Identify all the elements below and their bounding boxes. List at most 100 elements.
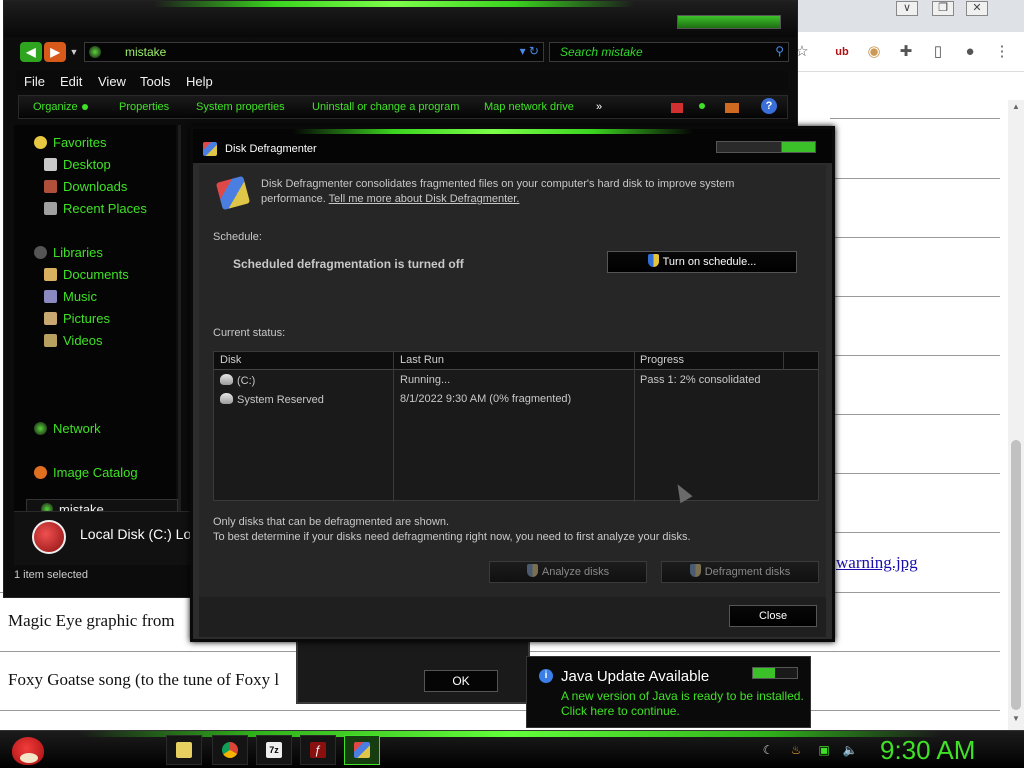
page-rule bbox=[830, 118, 1000, 119]
browser-minimize-button[interactable]: ∨ bbox=[896, 1, 918, 16]
menu-tools[interactable]: Tools bbox=[140, 74, 170, 89]
defrag-title: Disk Defragmenter bbox=[225, 143, 317, 155]
notification-line-1: A new version of Java is ready to be ins… bbox=[561, 689, 804, 703]
map-network-drive-button[interactable]: Map network drive bbox=[484, 101, 574, 113]
back-icon[interactable]: ◀ bbox=[20, 42, 42, 62]
menu-file[interactable]: File bbox=[24, 74, 45, 89]
star-icon bbox=[34, 136, 47, 149]
page-scrollbar[interactable]: ▲ ▼ bbox=[1008, 100, 1024, 730]
navigation-pane: Favorites Desktop Downloads Recent Place… bbox=[14, 125, 178, 519]
taskbar-flash[interactable]: ƒ bbox=[300, 735, 336, 765]
nav-favorites[interactable]: Favorites bbox=[34, 135, 106, 150]
menu-help[interactable]: Help bbox=[186, 74, 213, 89]
java-tray-icon[interactable]: ♨ bbox=[788, 742, 804, 758]
menu-edit[interactable]: Edit bbox=[60, 74, 82, 89]
last-run-cell: Running... bbox=[400, 374, 451, 386]
image-catalog-icon bbox=[34, 466, 47, 479]
defragment-disks-button[interactable]: Defragment disks bbox=[661, 561, 819, 583]
ublock-icon[interactable]: ub bbox=[832, 42, 852, 62]
close-button[interactable]: Close bbox=[729, 605, 817, 627]
scroll-thumb[interactable] bbox=[1011, 440, 1021, 710]
analyze-disks-button[interactable]: Analyze disks bbox=[489, 561, 647, 583]
defrag-note: Only disks that can be defragmented are … bbox=[213, 515, 691, 545]
window-controls[interactable] bbox=[716, 141, 816, 153]
nav-pictures[interactable]: Pictures bbox=[44, 311, 110, 326]
progress-cell: Pass 1: 2% consolidated bbox=[640, 374, 761, 386]
sidepanel-icon[interactable]: ▯ bbox=[928, 42, 948, 62]
column-disk[interactable]: Disk bbox=[220, 354, 241, 366]
defrag-footer: Close bbox=[199, 597, 826, 637]
nav-label: Desktop bbox=[63, 157, 111, 172]
view-icon[interactable] bbox=[671, 103, 683, 113]
pane-splitter[interactable] bbox=[178, 125, 181, 511]
documents-icon bbox=[44, 268, 57, 281]
scroll-up-icon[interactable]: ▲ bbox=[1010, 102, 1022, 114]
taskbar-7zip[interactable]: 7z bbox=[256, 735, 292, 765]
profile-icon[interactable]: ● bbox=[960, 42, 980, 62]
extension-icon[interactable]: ◉ bbox=[864, 42, 884, 62]
details-drive-name: Local Disk (C:) Loc bbox=[80, 526, 199, 542]
address-bar[interactable]: mistake ▾ ↻ bbox=[84, 42, 544, 62]
nav-desktop[interactable]: Desktop bbox=[44, 157, 111, 172]
organize-button[interactable]: Organize bbox=[33, 101, 88, 113]
menu-icon[interactable]: ⋮ bbox=[992, 42, 1012, 62]
disk-cell: System Reserved bbox=[220, 393, 324, 406]
nav-recent-places[interactable]: Recent Places bbox=[44, 201, 147, 216]
nav-network[interactable]: Network bbox=[34, 421, 101, 436]
taskbar-clock[interactable]: 9:30 AM bbox=[880, 735, 975, 766]
turn-on-schedule-button[interactable]: Turn on schedule... bbox=[607, 251, 797, 273]
uninstall-program-button[interactable]: Uninstall or change a program bbox=[312, 101, 459, 113]
taskbar-file-explorer[interactable] bbox=[166, 735, 202, 765]
nav-documents[interactable]: Documents bbox=[44, 267, 129, 282]
search-icon[interactable]: ⚲ bbox=[775, 44, 784, 58]
more-commands-button[interactable]: » bbox=[596, 101, 602, 113]
browser-close-button[interactable]: ✕ bbox=[966, 1, 988, 16]
forward-icon[interactable]: ▶ bbox=[44, 42, 66, 62]
notification-close-button[interactable] bbox=[752, 667, 798, 679]
column-last-run[interactable]: Last Run bbox=[400, 354, 444, 366]
menu-view[interactable]: View bbox=[98, 74, 126, 89]
view-dropdown-icon[interactable] bbox=[695, 100, 705, 112]
taskbar-chrome[interactable] bbox=[212, 735, 248, 765]
defrag-icon bbox=[354, 742, 370, 758]
warning-image-link[interactable]: warning.jpg bbox=[836, 553, 918, 573]
scroll-down-icon[interactable]: ▼ bbox=[1010, 714, 1022, 726]
preview-pane-icon[interactable] bbox=[725, 103, 739, 113]
ok-button[interactable]: OK bbox=[424, 670, 498, 692]
disk-list[interactable]: Disk Last Run Progress (C:) Running... P… bbox=[213, 351, 819, 502]
notification-line-2: Click here to continue. bbox=[561, 704, 680, 718]
defrag-titlebar[interactable]: Disk Defragmenter bbox=[193, 129, 832, 163]
defrag-app-icon bbox=[203, 142, 217, 156]
network-tray-icon[interactable]: ▣ bbox=[816, 742, 832, 758]
tell-me-more-link[interactable]: Tell me more about Disk Defragmenter. bbox=[329, 193, 520, 205]
organize-label: Organize bbox=[33, 101, 78, 113]
videos-icon bbox=[44, 334, 57, 347]
start-button[interactable] bbox=[8, 731, 48, 768]
volume-icon[interactable]: 🔈 bbox=[842, 742, 858, 758]
help-icon[interactable]: ? bbox=[761, 98, 777, 114]
properties-button[interactable]: Properties bbox=[119, 101, 169, 113]
system-properties-button[interactable]: System properties bbox=[196, 101, 285, 113]
nav-videos[interactable]: Videos bbox=[44, 333, 103, 348]
refresh-icon[interactable]: ▾ ↻ bbox=[520, 44, 539, 58]
hard-disk-icon bbox=[220, 374, 233, 385]
column-progress[interactable]: Progress bbox=[640, 354, 684, 366]
notification-message[interactable]: A new version of Java is ready to be ins… bbox=[561, 689, 804, 719]
nav-label: Network bbox=[53, 421, 101, 436]
java-update-notification[interactable]: i Java Update Available A new version of… bbox=[526, 656, 811, 728]
nav-image-catalog[interactable]: Image Catalog bbox=[34, 465, 138, 480]
nav-downloads[interactable]: Downloads bbox=[44, 179, 127, 194]
taskbar-defrag[interactable] bbox=[344, 735, 380, 765]
defrag-body: Disk Defragmenter consolidates fragmente… bbox=[199, 165, 826, 597]
nav-music[interactable]: Music bbox=[44, 289, 97, 304]
recent-pages-icon[interactable]: ▼ bbox=[68, 42, 80, 62]
browser-restore-button[interactable]: ❐ bbox=[932, 1, 954, 16]
tray-arrow-icon[interactable]: ☾ bbox=[760, 742, 776, 758]
search-input[interactable]: Search mistake ⚲ bbox=[549, 42, 789, 62]
puzzle-icon[interactable]: ✚ bbox=[896, 42, 916, 62]
window-controls[interactable] bbox=[677, 15, 781, 29]
page-rule bbox=[830, 414, 1000, 415]
explorer-titlebar[interactable] bbox=[4, 1, 797, 37]
column-divider bbox=[783, 352, 784, 370]
nav-libraries[interactable]: Libraries bbox=[34, 245, 103, 260]
